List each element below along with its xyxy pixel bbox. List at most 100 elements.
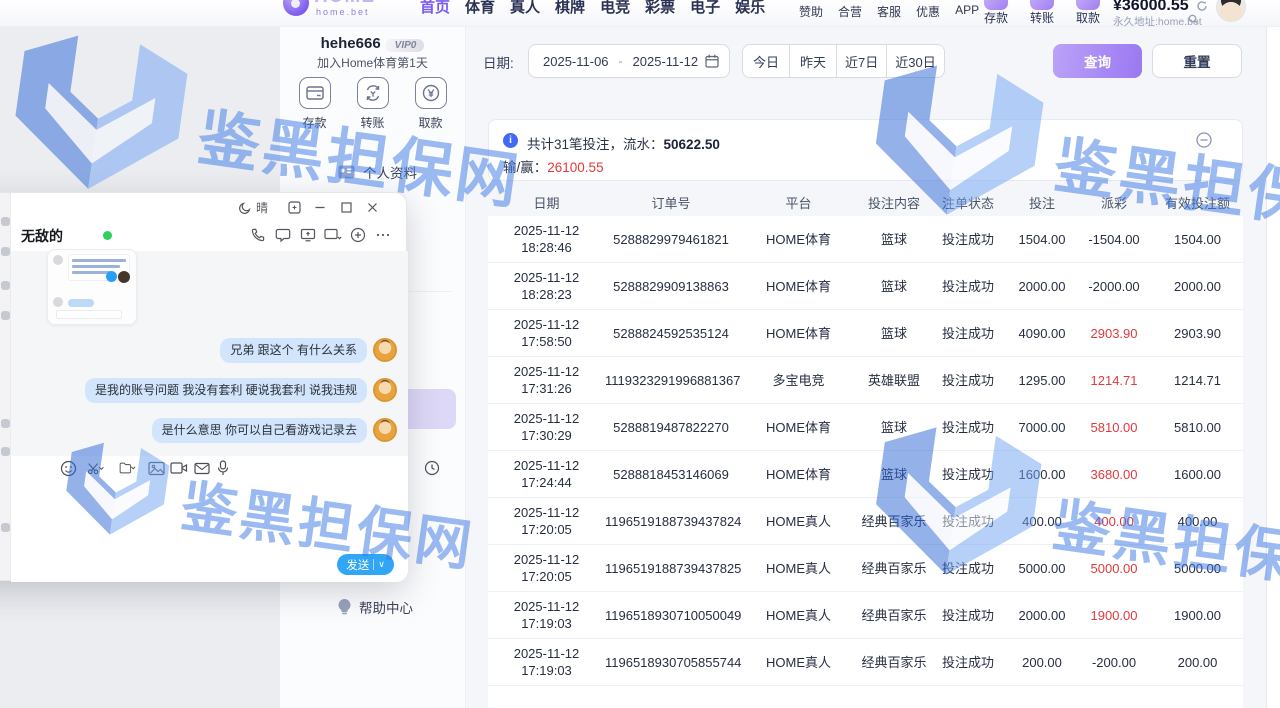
cell-status: 投注成功 [928, 513, 1008, 530]
cell-platform: HOME体育 [737, 278, 860, 295]
cell-content: 经典百家乐 [860, 560, 928, 577]
nav-item-4[interactable]: 电竞 [600, 0, 630, 16]
cell-date: 2025-11-1217:58:50 [488, 316, 605, 350]
nav-item-2[interactable]: 真人 [510, 0, 540, 16]
reset-button[interactable]: 重置 [1152, 44, 1242, 78]
cell-order: 5288819487822270 [605, 419, 737, 436]
cell-payout: -200.00 [1076, 654, 1152, 671]
mic-icon[interactable] [214, 459, 232, 477]
column-header-0: 日期 [488, 193, 605, 212]
quick-link-4[interactable]: APP [955, 3, 979, 20]
voice-call-icon[interactable] [249, 226, 267, 244]
cell-status: 投注成功 [928, 372, 1008, 389]
quick-link-1[interactable]: 合营 [838, 3, 862, 20]
chat-sidebar-rail [0, 193, 11, 580]
folder-icon[interactable] [119, 459, 137, 477]
cell-order: 1196518930710050049 [605, 607, 737, 624]
sidebar-item-help[interactable]: 帮助中心 [338, 597, 413, 617]
date-from: 2025-11-06 [543, 54, 609, 69]
quick-link-0[interactable]: 赞助 [799, 3, 823, 20]
cell-payout: 5000.00 [1076, 560, 1152, 577]
emoji-icon[interactable] [59, 459, 77, 477]
range-button-3[interactable]: 近30日 [887, 45, 943, 77]
chat-image-message[interactable] [47, 249, 137, 325]
cell-content: 经典百家乐 [860, 654, 928, 671]
collapse-icon[interactable] [1196, 132, 1212, 148]
range-button-0[interactable]: 今日 [743, 45, 790, 77]
cell-date: 2025-11-1217:30:29 [488, 410, 605, 444]
nav-item-1[interactable]: 体育 [465, 0, 495, 16]
quick-link-3[interactable]: 优惠 [916, 3, 940, 20]
cell-valid: 2903.90 [1152, 325, 1243, 342]
plus-circle-icon[interactable] [349, 226, 367, 244]
quick-link-2[interactable]: 客服 [877, 3, 901, 20]
user-avatar[interactable] [1216, 0, 1246, 22]
weather-widget[interactable]: 晴 [238, 199, 268, 216]
minimize-icon[interactable] [312, 199, 328, 215]
screen-share-icon[interactable] [299, 226, 317, 244]
date-filter-label: 日期: [483, 52, 514, 72]
cell-bet: 1295.00 [1008, 372, 1076, 389]
chat-bubble-icon[interactable] [274, 226, 292, 244]
close-icon[interactable] [364, 199, 380, 215]
envelope-icon[interactable] [193, 459, 211, 477]
topbar-wallet-1[interactable]: 转账 [1027, 0, 1057, 17]
mini-avatar [118, 271, 130, 283]
history-clock-icon[interactable] [423, 459, 441, 477]
date-range-input[interactable]: 2025-11-06 - 2025-11-12 [528, 44, 730, 78]
query-button[interactable]: 查询 [1053, 44, 1142, 78]
tabs-icon[interactable] [286, 199, 302, 215]
image-icon[interactable] [147, 459, 165, 477]
cell-date: 2025-11-1218:28:23 [488, 269, 605, 303]
cell-order: 5288818453146069 [605, 466, 737, 483]
cell-payout: 3680.00 [1076, 466, 1152, 483]
cell-payout: 2903.90 [1076, 325, 1152, 342]
cell-platform: HOME体育 [737, 466, 860, 483]
maximize-icon[interactable] [338, 199, 354, 215]
topbar-wallet-2[interactable]: 取款 [1073, 0, 1103, 17]
nav-item-3[interactable]: 棋牌 [555, 0, 585, 16]
nav-item-7[interactable]: 娱乐 [735, 0, 765, 16]
sidebar-action-0[interactable]: 存款 [293, 77, 337, 131]
quick-links: 赞助合营客服优惠 APP [799, 3, 979, 20]
screenshot-scissors-icon[interactable] [87, 459, 105, 477]
cell-valid: 1504.00 [1152, 231, 1243, 248]
cell-payout: 400.00 [1076, 513, 1152, 530]
range-button-1[interactable]: 昨天 [790, 45, 837, 77]
cell-content: 篮球 [860, 419, 928, 436]
cell-content: 英雄联盟 [860, 372, 928, 389]
sidebar-action-2[interactable]: 取款 [409, 77, 453, 131]
search-icon[interactable] [1188, 14, 1199, 25]
cell-platform: HOME体育 [737, 231, 860, 248]
cell-order: 5288829909138863 [605, 278, 737, 295]
column-header-3: 投注内容 [860, 193, 928, 212]
cell-bet: 7000.00 [1008, 419, 1076, 436]
nav-item-0[interactable]: 首页 [420, 0, 450, 16]
brand-domain: home.bet [316, 7, 370, 17]
brand-logo-icon[interactable] [283, 0, 309, 16]
sidebar-action-1[interactable]: 转账 [351, 77, 395, 131]
summary-line1: 共计31笔投注，流水：50622.50 [527, 133, 720, 153]
video-icon[interactable] [170, 459, 188, 477]
refresh-balance-icon[interactable] [1196, 0, 1208, 12]
remote-screen-icon[interactable] [324, 226, 342, 244]
range-button-2[interactable]: 近7日 [837, 45, 887, 77]
cell-status: 投注成功 [928, 278, 1008, 295]
table-body: 2025-11-1218:28:465288829979461821HOME体育… [488, 216, 1243, 686]
cell-valid: 1214.71 [1152, 372, 1243, 389]
sidebar-wallet-actions: 存款转账取款 [280, 77, 465, 131]
topbar-wallet-0[interactable]: 存款 [981, 0, 1011, 17]
send-button[interactable]: 发送∨ [337, 554, 394, 575]
nav-item-6[interactable]: 电子 [690, 0, 720, 16]
read-indicator [106, 271, 117, 282]
scrollbar-track[interactable] [1266, 27, 1280, 708]
column-header-6: 派彩 [1076, 193, 1152, 212]
cell-payout: 1214.71 [1076, 372, 1152, 389]
sidebar-item-profile[interactable]: 个人资料 [338, 162, 417, 182]
cell-status: 投注成功 [928, 560, 1008, 577]
nav-item-5[interactable]: 彩票 [645, 0, 675, 16]
cell-platform: HOME真人 [737, 654, 860, 671]
summary-card: i 共计31笔投注，流水：50622.50 输/赢：26100.55 [488, 119, 1243, 181]
more-icon[interactable] [374, 226, 392, 244]
action-icon [299, 77, 331, 109]
